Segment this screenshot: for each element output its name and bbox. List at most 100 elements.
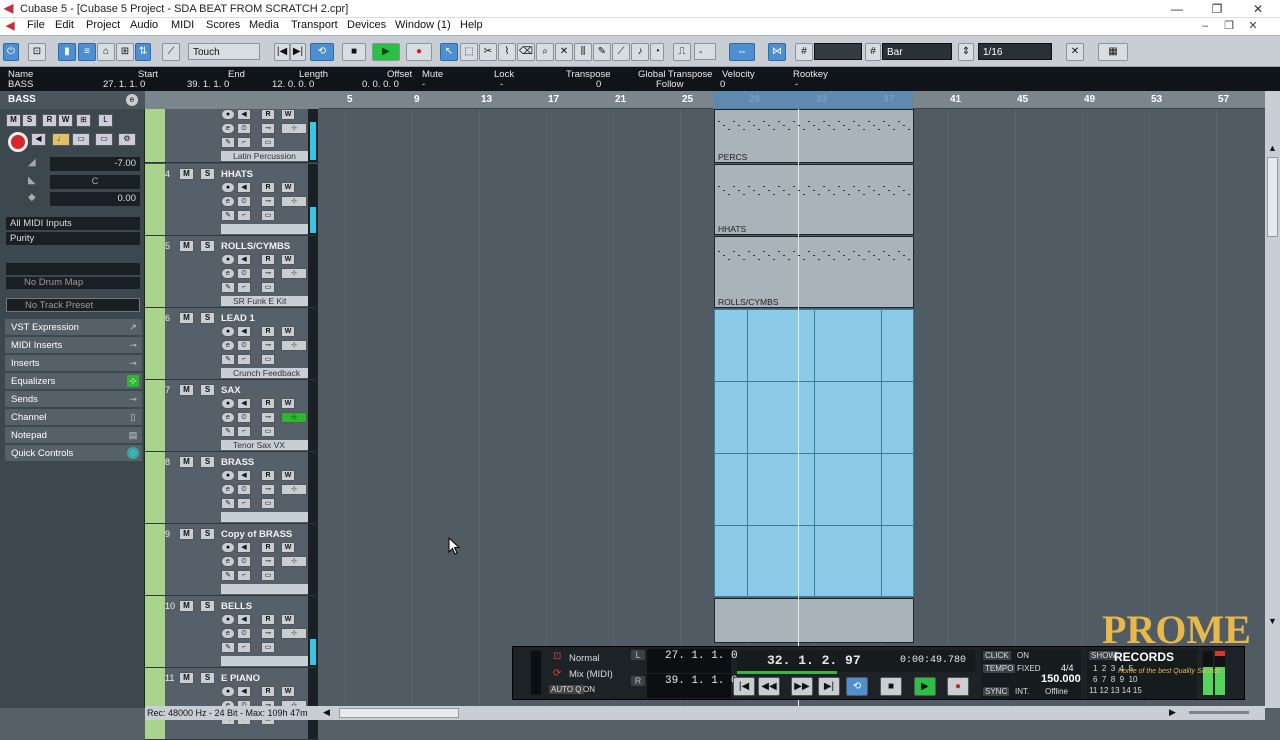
minimize-button[interactable]: — — [1165, 1, 1189, 17]
edit-channel-icon[interactable]: e — [221, 196, 235, 207]
track-instrument-field[interactable] — [221, 512, 309, 522]
track-preset-select[interactable]: No Track Preset — [6, 298, 140, 312]
track-color-strip[interactable] — [145, 308, 165, 379]
info-value-rootkey[interactable]: - — [795, 79, 798, 90]
read-automation-button[interactable]: R — [42, 114, 57, 127]
track-row[interactable]: 9 M S Copy of BRASS ● ◀ R We ⏲ ⊸ ⊹ ✎ ⌐ ▭ — [145, 524, 319, 596]
monitor-icon[interactable]: ◀ — [237, 614, 251, 625]
track-name[interactable]: BELLS — [221, 601, 252, 612]
info-value-lock[interactable]: - — [500, 79, 503, 90]
horizontal-scrollbar[interactable]: ◀ ▶ — [319, 706, 1265, 720]
lanes-icon[interactable]: ⌐ — [237, 354, 251, 365]
menu-edit[interactable]: Edit — [55, 19, 74, 31]
menu-file[interactable]: File — [27, 19, 45, 31]
write-button[interactable]: W — [281, 470, 295, 481]
time-base-icon[interactable]: ⏲ — [237, 556, 251, 567]
automation-icon[interactable]: ⟋ — [162, 43, 180, 61]
edit-channel-icon[interactable]: e — [221, 628, 235, 639]
track-mute-button[interactable]: M — [179, 240, 194, 252]
record-mode-select[interactable]: Normal — [569, 653, 600, 664]
stop-button[interactable]: ■ — [880, 677, 902, 696]
app-menu-icon[interactable]: ◀ — [6, 19, 14, 32]
track-instrument-field[interactable]: Tenor Sax VX — [221, 440, 309, 450]
vertical-scrollbar[interactable]: ▲ ▼ — [1265, 91, 1280, 708]
info-value-name[interactable]: BASS — [8, 79, 33, 90]
track-instrument-field[interactable]: Latin Percussion — [221, 151, 309, 161]
track-name[interactable]: ROLLS/CYMBS — [221, 241, 290, 252]
draw-icon[interactable]: ✎ — [221, 426, 235, 437]
monitor-icon[interactable]: ◀ — [237, 254, 251, 265]
inspector-section-vst-expression[interactable]: VST Expression ↗ — [5, 319, 142, 336]
track-mute-button[interactable]: M — [179, 672, 194, 684]
horizontal-scroll-thumb[interactable] — [339, 708, 459, 718]
inspector-section-quick-controls[interactable]: Quick Controls ◌ — [5, 445, 142, 462]
write-button[interactable]: W — [281, 109, 295, 120]
goto-start-icon[interactable]: |◀ — [274, 43, 290, 61]
track-instrument-field[interactable] — [221, 224, 309, 234]
track-solo-button[interactable]: S — [200, 312, 215, 324]
lanes-icon[interactable]: ⌐ — [237, 282, 251, 293]
track-instrument-field[interactable]: Crunch Feedback — [221, 368, 309, 378]
glue-tool-icon[interactable]: ⌇ — [498, 43, 516, 61]
show-mixer-icon[interactable]: ⇅ — [135, 43, 151, 61]
record-enable-icon[interactable]: ● — [221, 398, 235, 409]
marker-row[interactable]: 11 12 13 14 15 — [1089, 686, 1142, 695]
time-base-icon[interactable]: ⏲ — [237, 196, 251, 207]
inspector-section-inserts[interactable]: Inserts ⊸ — [5, 355, 142, 372]
quantize-select[interactable]: 1/16 — [978, 43, 1052, 60]
edit-channel-icon[interactable]: e — [221, 556, 235, 567]
lanes-icon[interactable]: ⌐ — [237, 498, 251, 509]
track-instrument-field[interactable] — [221, 656, 309, 666]
monitor-icon[interactable]: ◀ — [237, 182, 251, 193]
monitor-icon[interactable]: ◀ — [237, 109, 251, 120]
read-button[interactable]: R — [261, 614, 275, 625]
menu-audio[interactable]: Audio — [130, 19, 158, 31]
insert-bypass-icon[interactable]: ⊹ — [281, 268, 307, 279]
mdi-minimize-button[interactable]: – — [1196, 18, 1214, 35]
edit-channel-icon[interactable]: e — [221, 268, 235, 279]
time-base-icon[interactable]: ⏲ — [237, 340, 251, 351]
show-pool-icon[interactable]: ⊞ — [116, 43, 134, 61]
menu-transport[interactable]: Transport — [291, 19, 338, 31]
track-solo-button[interactable]: S — [200, 240, 215, 252]
auto-scroll-icon[interactable]: ⎍ — [673, 43, 691, 61]
monitor-icon[interactable]: ◀ — [237, 398, 251, 409]
cycle-button[interactable]: ⟲ — [846, 677, 868, 696]
insert-bypass-icon[interactable]: ⊹ — [281, 340, 307, 351]
lanes-icon[interactable]: ⌐ — [237, 137, 251, 148]
sync-label[interactable]: SYNC — [983, 687, 1010, 696]
show-lanes-icon[interactable]: ▭ — [261, 426, 275, 437]
track-mute-button[interactable]: M — [179, 528, 194, 540]
track-row[interactable]: 4 M S HHATS ● ◀ R We ⏲ ⊸ ⊹ ✎ ⌐ ▭ — [145, 164, 319, 236]
write-automation-button[interactable]: W — [58, 114, 73, 127]
inspector-section-channel[interactable]: Channel ▯ — [5, 409, 142, 426]
show-lanes-icon[interactable]: ▭ — [261, 354, 275, 365]
menu-midi[interactable]: MIDI — [171, 19, 194, 31]
show-overview-icon[interactable]: ⌂ — [97, 43, 115, 61]
time-base-icon[interactable]: ⏲ — [237, 412, 251, 423]
insert-bypass-icon[interactable]: ⊹ — [281, 628, 307, 639]
position-slider[interactable] — [737, 671, 837, 674]
track-name[interactable]: Copy of BRASS — [221, 529, 292, 540]
record-enable-icon[interactable]: ● — [221, 254, 235, 265]
menu-help[interactable]: Help — [460, 19, 483, 31]
draw-icon[interactable]: ✎ — [221, 570, 235, 581]
record-enable-icon[interactable]: ● — [221, 542, 235, 553]
track-instrument-field[interactable] — [221, 584, 309, 594]
midi-part-bells[interactable] — [714, 598, 914, 643]
lanes-icon[interactable]: L — [98, 114, 113, 127]
track-mute-button[interactable]: M — [179, 312, 194, 324]
read-button[interactable]: R — [261, 542, 275, 553]
track-name[interactable]: E PIANO — [221, 673, 260, 684]
snap-mode-select[interactable] — [814, 43, 862, 60]
delay-field[interactable]: 0.00 — [50, 192, 140, 206]
track-solo-button[interactable]: S — [200, 672, 215, 684]
show-infoline-icon[interactable]: ≡ — [78, 43, 96, 61]
menu-media[interactable]: Media — [249, 19, 279, 31]
stop-icon[interactable]: ■ — [342, 43, 366, 61]
tempo-label[interactable]: TEMPO — [983, 664, 1016, 673]
track-color-strip[interactable] — [145, 380, 165, 451]
forward-button[interactable]: ▶▶ — [791, 677, 813, 696]
time-base-icon[interactable]: ⏲ — [237, 484, 251, 495]
record-enable-icon[interactable]: ● — [221, 614, 235, 625]
